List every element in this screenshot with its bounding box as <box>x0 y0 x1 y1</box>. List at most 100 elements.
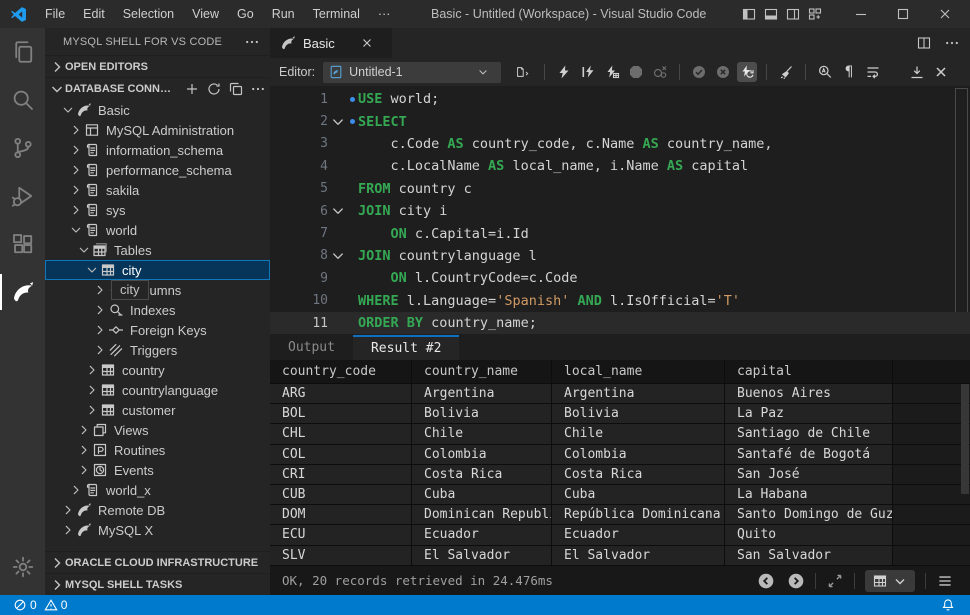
sql-code-editor[interactable]: 1USE world;2SELECT3 c.Code AS country_co… <box>270 86 970 335</box>
tree-item-countrylanguage[interactable]: countrylanguage <box>45 380 270 400</box>
section-database-connections[interactable]: DATABASE CONNECTIONS <box>45 77 270 99</box>
previous-page-icon[interactable] <box>757 572 775 590</box>
find-button[interactable] <box>815 62 835 82</box>
column-header-capital[interactable]: capital <box>725 360 893 384</box>
column-header-country-code[interactable]: country_code <box>270 360 412 384</box>
tree-item-information-schema[interactable]: information_schema <box>45 140 270 160</box>
activity-mysql-shell[interactable] <box>0 268 45 316</box>
tree-item-world[interactable]: world <box>45 220 270 240</box>
toggle-panel-icon[interactable] <box>763 6 779 22</box>
tree-item-sys[interactable]: sys <box>45 200 270 220</box>
tree-item-columns[interactable]: Columns <box>45 280 270 300</box>
section-open-editors[interactable]: OPEN EDITORS <box>45 55 270 77</box>
menu-[interactable]: ··· <box>369 0 400 28</box>
code-line-2[interactable]: 2SELECT <box>270 110 970 132</box>
tree-item-remote-db[interactable]: Remote DB <box>45 500 270 520</box>
code-line-4[interactable]: 4 c.LocalName AS local_name, i.Name AS c… <box>270 155 970 177</box>
activity-settings[interactable] <box>0 543 45 591</box>
result-menu-icon[interactable] <box>936 572 954 590</box>
tree-item-customer[interactable]: customer <box>45 400 270 420</box>
tree-item-foreign-keys[interactable]: Foreign Keys <box>45 320 270 340</box>
tree-item-basic[interactable]: Basic <box>45 100 270 120</box>
editor-selector-dropdown[interactable]: Untitled-1 <box>323 62 501 83</box>
notifications-bell[interactable] <box>936 595 960 615</box>
table-row[interactable]: DOMDominican RepublicRepública Dominican… <box>270 505 970 525</box>
menu-terminal[interactable]: Terminal <box>304 0 369 28</box>
stop-execution-button[interactable] <box>626 62 646 82</box>
commit-button[interactable] <box>689 62 709 82</box>
code-line-11[interactable]: 11ORDER BY country_name; <box>270 312 970 334</box>
tree-item-views[interactable]: Views <box>45 420 270 440</box>
table-row[interactable]: BOLBoliviaBoliviaLa Paz <box>270 404 970 424</box>
table-row[interactable]: CUBCubaCubaLa Habana <box>270 485 970 505</box>
tree-item-triggers[interactable]: Triggers <box>45 340 270 360</box>
code-line-6[interactable]: 6JOIN city i <box>270 200 970 222</box>
tree-item-mysql-administration[interactable]: MySQL Administration <box>45 120 270 140</box>
close-tab-icon[interactable] <box>359 35 375 51</box>
menu-run[interactable]: Run <box>263 0 304 28</box>
code-line-1[interactable]: 1USE world; <box>270 88 970 110</box>
table-row[interactable]: SLVEl SalvadorEl SalvadorSan Salvador <box>270 546 970 566</box>
section-mysql-shell-tasks[interactable]: MYSQL SHELL TASKS <box>45 573 270 595</box>
result-view-selector[interactable] <box>865 570 915 592</box>
result-tab-output[interactable]: Output <box>270 335 353 360</box>
section-oracle-cloud-infrastructure[interactable]: ORACLE CLOUD INFRASTRUCTURE <box>45 551 270 573</box>
activity-explorer[interactable] <box>0 28 45 76</box>
menu-edit[interactable]: Edit <box>74 0 114 28</box>
clean-editor-button[interactable] <box>776 62 796 82</box>
activity-source-control[interactable] <box>0 124 45 172</box>
code-line-7[interactable]: 7 ON c.Capital=i.Id <box>270 222 970 244</box>
next-page-icon[interactable] <box>787 572 805 590</box>
rollback-button[interactable] <box>713 62 733 82</box>
code-line-3[interactable]: 3 c.Code AS country_code, c.Name AS coun… <box>270 133 970 155</box>
grid-scrollbar[interactable] <box>961 384 969 494</box>
execute-all-button[interactable] <box>554 62 574 82</box>
menu-selection[interactable]: Selection <box>114 0 183 28</box>
column-header-country-name[interactable]: country_name <box>412 360 552 384</box>
auto-commit-toggle[interactable] <box>737 62 757 82</box>
editor-more-actions-icon[interactable] <box>944 35 960 51</box>
activity-search[interactable] <box>0 76 45 124</box>
close-toolbar-button[interactable] <box>931 62 951 82</box>
tree-item-routines[interactable]: Routines <box>45 440 270 460</box>
code-line-5[interactable]: 5FROM country c <box>270 178 970 200</box>
tree-item-performance-schema[interactable]: performance_schema <box>45 160 270 180</box>
show-hidden-characters-button[interactable]: ¶ <box>839 62 859 82</box>
menu-file[interactable]: File <box>36 0 74 28</box>
sidebar-more-actions-icon[interactable] <box>244 34 260 50</box>
tree-item-sakila[interactable]: sakila <box>45 180 270 200</box>
tree-item-indexes[interactable]: Indexes <box>45 300 270 320</box>
customize-layout-icon[interactable] <box>807 6 823 22</box>
table-row[interactable]: CRICosta RicaCosta RicaSan José <box>270 465 970 485</box>
split-editor-icon[interactable] <box>916 35 932 51</box>
minimize-icon[interactable] <box>853 6 869 22</box>
more-actions-icon[interactable] <box>250 81 266 97</box>
activity-run-debug[interactable] <box>0 172 45 220</box>
problems-indicator[interactable]: 0 0 <box>8 595 72 615</box>
code-line-9[interactable]: 9 ON l.CountryCode=c.Code <box>270 267 970 289</box>
table-row[interactable]: COLColombiaColombiaSantafé de Bogotá <box>270 445 970 465</box>
execute-statement-button[interactable] <box>578 62 598 82</box>
stop-on-error-button[interactable] <box>650 62 670 82</box>
execute-to-new-tab-button[interactable] <box>602 62 622 82</box>
save-to-file-button[interactable] <box>907 62 927 82</box>
tree-item-world-x[interactable]: world_x <box>45 480 270 500</box>
tab-basic[interactable]: Basic <box>270 28 392 58</box>
maximize-icon[interactable] <box>895 6 911 22</box>
table-row[interactable]: ARGArgentinaArgentinaBuenos Aires <box>270 384 970 404</box>
result-tab-result-2[interactable]: Result #2 <box>353 335 459 360</box>
code-line-8[interactable]: 8JOIN countrylanguage l <box>270 245 970 267</box>
table-row[interactable]: ECUEcuadorEcuadorQuito <box>270 525 970 545</box>
close-window-icon[interactable] <box>937 6 953 22</box>
maximize-result-icon[interactable] <box>826 572 844 590</box>
tree-item-events[interactable]: Events <box>45 460 270 480</box>
refresh-icon[interactable] <box>206 81 222 97</box>
tree-item-city[interactable]: city <box>45 260 270 280</box>
toggle-sidebar-icon[interactable] <box>741 6 757 22</box>
collapse-all-icon[interactable] <box>228 81 244 97</box>
toggle-secondary-sidebar-icon[interactable] <box>785 6 801 22</box>
table-row[interactable]: CHLChileChileSantiago de Chile <box>270 424 970 444</box>
column-header-local-name[interactable]: local_name <box>552 360 725 384</box>
menu-go[interactable]: Go <box>228 0 263 28</box>
tree-item-country[interactable]: country <box>45 360 270 380</box>
